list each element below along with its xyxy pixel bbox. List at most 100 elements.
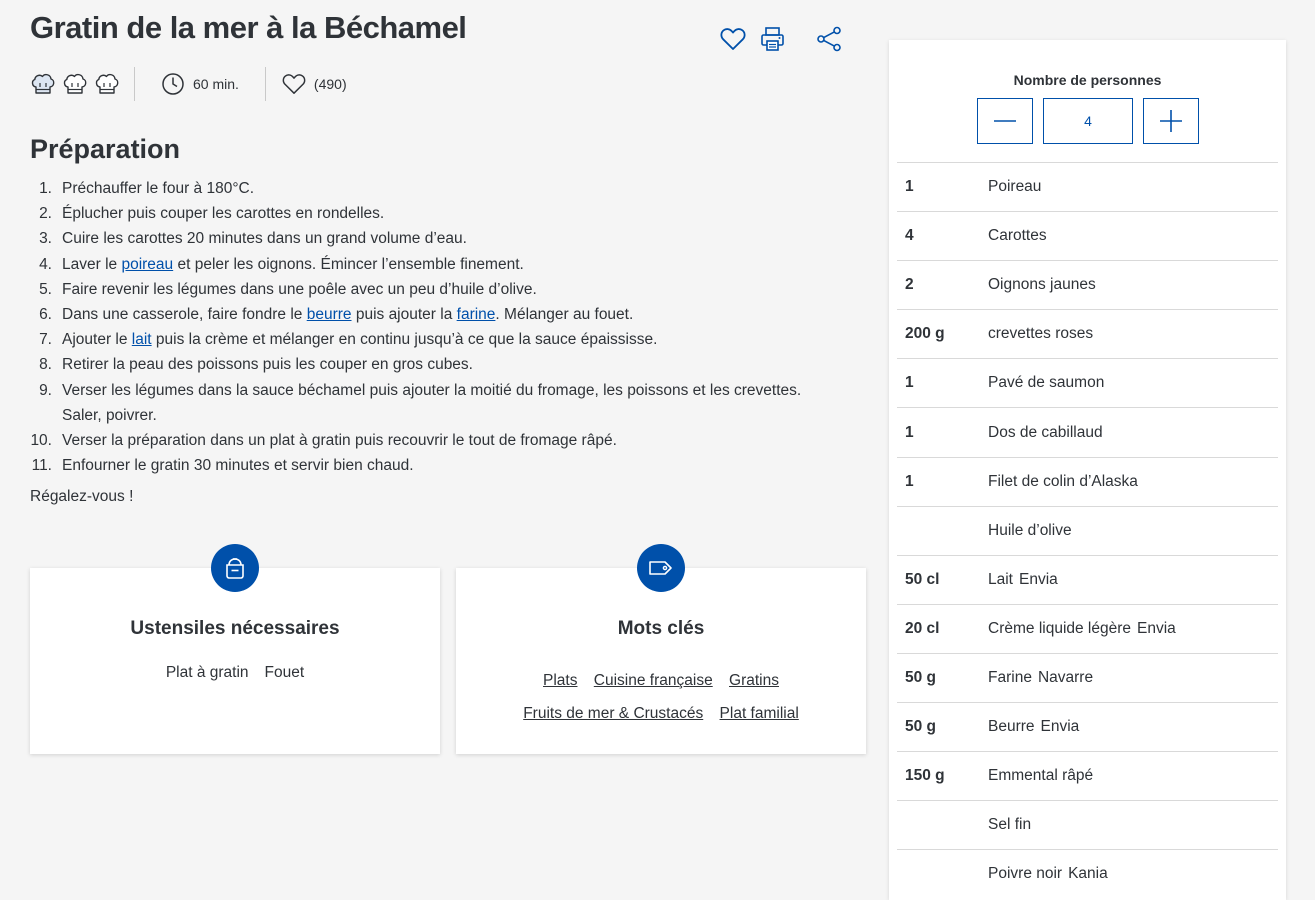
step-text: Préchauffer le four à 180°C. — [62, 176, 830, 201]
preparation-steps: 1. Préchauffer le four à 180°C. 2. Éplucher… — [30, 176, 830, 478]
step-number: 4. — [39, 255, 52, 273]
ingredient-name: Sel fin — [988, 816, 1032, 834]
utensil-item: Plat à gratin — [165, 664, 249, 681]
keyword-link[interactable]: Plats — [543, 672, 577, 689]
plus-icon — [1160, 110, 1182, 132]
share-icon — [817, 26, 841, 52]
favorite-button[interactable] — [716, 22, 750, 56]
ingredient-link[interactable]: farine — [457, 306, 496, 323]
chef-hat-icon — [63, 73, 87, 94]
ingredients-list: 1 Poireau 4 Carottes 2 Oignons jaunes 200 g cre… — [897, 162, 1278, 898]
ingredient-row: 50 g Farine Navarre — [897, 652, 1278, 702]
ingredient-quantity: 50 g — [905, 718, 937, 736]
step-text: Enfourner le gratin 30 minutes et servir… — [62, 453, 830, 478]
ingredient-quantity: 20 cl — [905, 619, 940, 637]
step-text: Faire revenir les légumes dans une poêle… — [62, 277, 830, 302]
ingredient-name: Filet de colin d’Alaska — [988, 472, 1138, 490]
ingredient-name: Lait — [988, 570, 1013, 588]
increment-button[interactable] — [1143, 98, 1199, 144]
step-number: 8. — [39, 356, 52, 374]
prep-time-value: 60 min. — [193, 76, 239, 92]
chef-hat-icon — [95, 73, 119, 94]
ingredient-quantity: 1 — [905, 423, 914, 441]
heart-icon — [720, 28, 746, 50]
ingredient-quantity: 1 — [905, 374, 914, 392]
step-number: 6. — [39, 306, 52, 324]
step-number: 1. — [39, 180, 52, 197]
ingredient-name: Poireau — [988, 178, 1042, 196]
step-text-fragment: Préchauffer le four à 180°C. — [62, 180, 255, 197]
step-text: Cuire les carottes 20 minutes dans un gr… — [62, 226, 830, 251]
step-text: Verser les légumes dans la sauce béchame… — [62, 378, 830, 428]
step-number: 3. — [39, 230, 52, 248]
clock-icon — [162, 73, 184, 95]
servings-label: Nombre de personnes — [1013, 72, 1162, 88]
step-text: Retirer la peau des poissons puis les co… — [62, 352, 830, 377]
step-text-fragment: Ajouter le — [62, 331, 132, 349]
ingredient-brand: Navarre — [1037, 668, 1094, 686]
pot-icon — [226, 558, 244, 579]
ingredient-row: 2 Oignons jaunes — [897, 260, 1278, 309]
recipe-meta: 60 min. (490) — [30, 66, 347, 102]
likes-count[interactable]: (490) — [266, 67, 347, 101]
ingredient-quantity: 50 g — [905, 668, 937, 686]
preparation-step: 2. Éplucher puis couper les carottes en r… — [30, 201, 830, 226]
ingredient-quantity: 200 g — [905, 325, 945, 343]
ingredient-row: Sel fin — [897, 800, 1278, 849]
ingredient-link[interactable]: lait — [132, 331, 152, 348]
keyword-link[interactable]: Gratins — [729, 672, 779, 689]
ingredient-quantity: 2 — [905, 276, 914, 294]
ingredient-name: Carottes — [988, 227, 1047, 245]
ingredient-name: Farine — [988, 668, 1032, 686]
ingredient-row: 1 Filet de colin d’Alaska — [897, 456, 1278, 506]
ingredient-brand: Kania — [1068, 865, 1108, 883]
keyword-link[interactable]: Plat familial — [720, 705, 799, 722]
step-number: 2. — [39, 205, 52, 223]
utensils-list: Plat à gratin Fouet — [30, 664, 440, 682]
print-button[interactable] — [756, 22, 790, 56]
heart-icon — [282, 74, 306, 94]
keyword-link[interactable]: Cuisine française — [594, 672, 713, 689]
preparation-step: 5. Faire revenir les légumes dans une poê… — [30, 277, 830, 302]
prep-time: 60 min. — [135, 67, 266, 101]
ingredient-row: 50 cl Lait Envia — [897, 554, 1278, 604]
ingredient-quantity: 50 cl — [905, 570, 940, 588]
share-button[interactable] — [812, 22, 846, 56]
keywords-list: Plats Cuisine française Gratins Fruits d… — [456, 664, 866, 730]
ingredient-link[interactable]: beurre — [307, 306, 352, 323]
step-text-fragment: Éplucher puis couper les carottes en ron… — [62, 205, 385, 223]
utensil-item: Fouet — [264, 664, 305, 681]
preparation-step: 1. Préchauffer le four à 180°C. — [30, 176, 830, 201]
ingredients-panel: Nombre de personnes 1 Poireau 4 Carottes 2 Oi… — [889, 40, 1286, 900]
decrement-button[interactable] — [977, 98, 1033, 144]
preparation-step: 7. Ajouter le lait puis la crème et mélan… — [30, 327, 830, 352]
step-text-fragment: Verser la préparation dans un plat à gra… — [62, 432, 617, 450]
step-text-fragment: et peler les oignons. Émincer l’ensemble… — [173, 255, 524, 273]
utensils-badge — [211, 544, 259, 592]
chef-hat-icon — [31, 73, 55, 94]
step-number: 9. — [39, 381, 52, 399]
step-text-fragment: Laver le — [62, 255, 122, 273]
preparation-step: 9. Verser les légumes dans la sauce bécha… — [30, 378, 830, 428]
ingredient-link[interactable]: poireau — [121, 256, 173, 273]
step-text-fragment: puis ajouter la — [351, 306, 457, 324]
keywords-title: Mots clés — [617, 618, 705, 639]
printer-icon — [761, 27, 784, 51]
preparation-heading: Préparation — [30, 134, 181, 164]
ingredient-row: 150 g Emmental râpé — [897, 751, 1278, 800]
ingredient-row: 4 Carottes — [897, 211, 1278, 260]
keyword-link[interactable]: Fruits de mer & Crustacés — [523, 705, 703, 722]
servings-input[interactable] — [1043, 98, 1133, 144]
step-text-fragment: Cuire les carottes 20 minutes dans un gr… — [62, 230, 467, 248]
preparation-step: 6. Dans une casserole, faire fondre le be… — [30, 302, 830, 327]
step-text-fragment: Dans une casserole, faire fondre le — [62, 306, 307, 324]
ingredient-row: 20 cl Crème liquide légère Envia — [897, 603, 1278, 653]
step-number: 7. — [39, 331, 52, 349]
preparation-step: 11. Enfourner le gratin 30 minutes et ser… — [30, 453, 830, 478]
preparation-step: 4. Laver le poireau et peler les oignons.… — [30, 252, 830, 277]
minus-icon — [994, 120, 1016, 122]
ingredient-name: Dos de cabillaud — [988, 423, 1103, 441]
keywords-card: Mots clés Plats Cuisine française Gratin… — [456, 544, 866, 754]
step-text: Dans une casserole, faire fondre le beur… — [62, 302, 830, 327]
ingredient-row: 200 g crevettes roses — [897, 309, 1278, 358]
